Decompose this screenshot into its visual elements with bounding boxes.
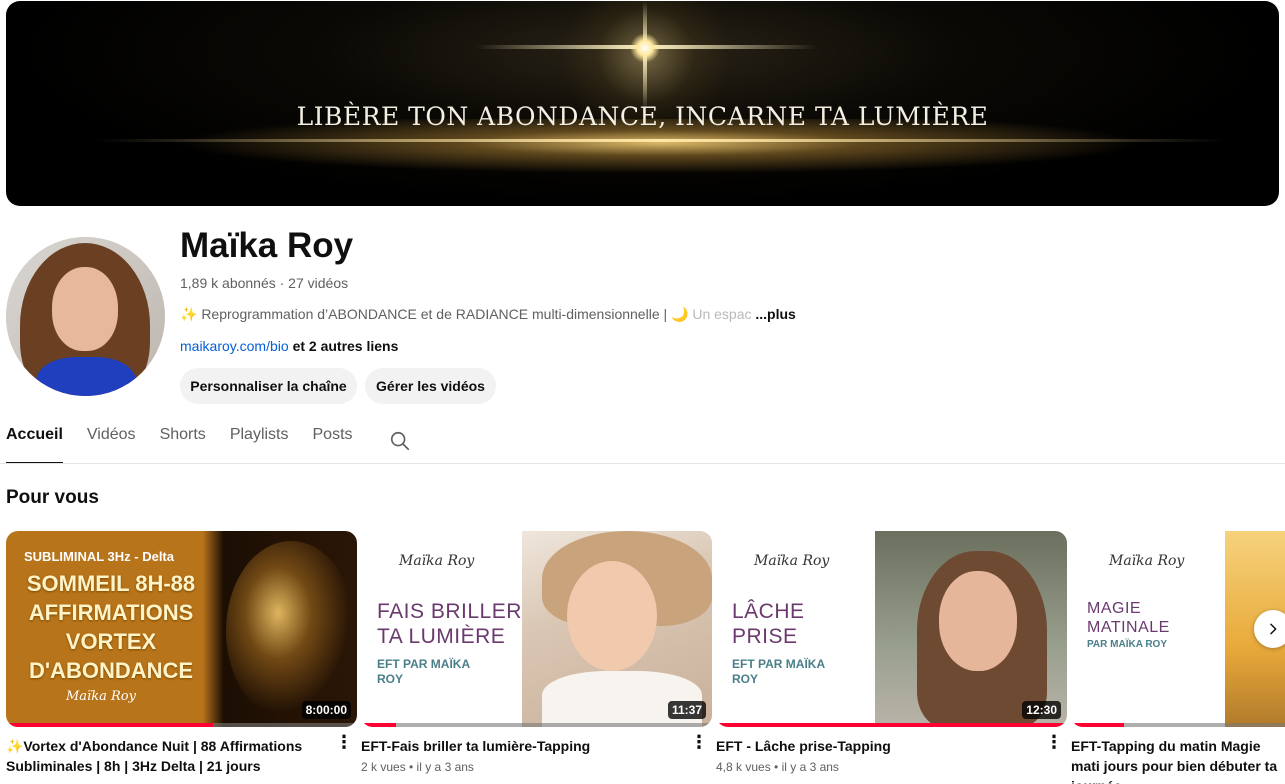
channel-bio-link[interactable]: maikaroy.com/bio: [180, 338, 289, 354]
video-title[interactable]: EFT - Lâche prise-Tapping: [716, 736, 1041, 756]
other-links-button[interactable]: et 2 autres liens: [293, 338, 399, 354]
video-thumbnail[interactable]: Maïka Roy MAGIE MATINALE PAR MAÏKA ROY: [1071, 531, 1285, 727]
section-title: Pour vous: [6, 487, 99, 508]
carousel-next-button[interactable]: [1254, 610, 1285, 648]
watch-progress: [1071, 723, 1285, 727]
duration-badge: 12:30: [1022, 701, 1061, 719]
avatar-face: [52, 267, 118, 351]
more-vert-icon[interactable]: ⋮: [1045, 733, 1063, 751]
thumbnail-photo: [522, 531, 712, 727]
video-thumbnail[interactable]: Maïka Roy LÂCHE PRISE EFT PAR MAÏKA ROY …: [716, 531, 1067, 727]
more-vert-icon[interactable]: ⋮: [690, 733, 708, 751]
tab-posts[interactable]: Posts: [313, 426, 353, 464]
thumbnail-signature: Maïka Roy: [754, 553, 830, 569]
manage-videos-button[interactable]: Gérer les vidéos: [365, 368, 496, 404]
thumbnail-byline: EFT PAR MAÏKA ROY: [377, 657, 470, 686]
video-title[interactable]: ✨Vortex d'Abondance Nuit | 88 Affirmatio…: [6, 736, 331, 776]
description-fade: Un espac: [692, 306, 752, 322]
video-card[interactable]: Maïka Roy MAGIE MATINALE PAR MAÏKA ROY E…: [1071, 531, 1285, 784]
thumbnail-headline: FAIS BRILLER TA LUMIÈRE: [377, 600, 522, 648]
video-meta: 2 k vues • il y a 3 ans: [361, 760, 474, 774]
channel-description[interactable]: ✨ Reprogrammation d’ABONDANCE et de RADI…: [180, 306, 796, 323]
tab-shorts[interactable]: Shorts: [160, 426, 206, 464]
duration-badge: 11:37: [667, 701, 706, 719]
banner-star: [630, 33, 660, 63]
tab-home[interactable]: Accueil: [6, 426, 63, 464]
search-icon[interactable]: [389, 430, 411, 452]
tabs-divider: [0, 463, 1285, 464]
thumbnail-subtitle: SUBLIMINAL 3Hz - Delta: [24, 549, 174, 564]
thumbnail-art: [226, 541, 356, 721]
channel-stats: 1,89 k abonnés · 27 vidéos: [180, 275, 349, 291]
video-thumbnail[interactable]: SUBLIMINAL 3Hz - Delta SOMMEIL 8H-88 AFF…: [6, 531, 357, 727]
video-title[interactable]: EFT-Fais briller ta lumière-Tapping: [361, 736, 686, 756]
watch-progress: [6, 723, 357, 727]
description-more-link[interactable]: ...plus: [755, 306, 795, 322]
thumbnail-headline: LÂCHE PRISE: [732, 600, 805, 648]
description-text: ✨ Reprogrammation d’ABONDANCE et de RADI…: [180, 306, 689, 322]
channel-avatar[interactable]: [6, 237, 165, 396]
video-card[interactable]: Maïka Roy LÂCHE PRISE EFT PAR MAÏKA ROY …: [716, 531, 1067, 774]
video-card[interactable]: SUBLIMINAL 3Hz - Delta SOMMEIL 8H-88 AFF…: [6, 531, 357, 776]
channel-tabs: Accueil Vidéos Shorts Playlists Posts: [6, 426, 377, 464]
watch-progress-fill: [1071, 723, 1124, 727]
tab-videos[interactable]: Vidéos: [87, 426, 136, 464]
chevron-right-icon: [1270, 623, 1277, 635]
customize-channel-button[interactable]: Personnaliser la chaîne: [180, 368, 357, 404]
thumbnail-signature: Maïka Roy: [1109, 553, 1185, 569]
thumbnail-signature: Maïka Roy: [66, 689, 136, 704]
more-vert-icon[interactable]: ⋮: [335, 733, 353, 751]
photo-face: [939, 571, 1017, 671]
banner-sparkle-line: [96, 139, 1226, 142]
photo-face: [567, 561, 657, 671]
avatar-shirt: [36, 357, 136, 396]
video-title[interactable]: EFT-Tapping du matin Magie mati jours po…: [1071, 736, 1285, 784]
thumbnail-byline: PAR MAÏKA ROY: [1087, 639, 1167, 650]
channel-links: maikaroy.com/bio et 2 autres liens: [180, 338, 398, 354]
thumbnail-photo: [875, 531, 1067, 727]
thumbnail-signature: Maïka Roy: [399, 553, 475, 569]
thumbnail-headline: SOMMEIL 8H-88 AFFIRMATIONS VORTEX D'ABON…: [26, 571, 196, 683]
banner-tagline: LIBÈRE TON ABONDANCE, INCARNE TA LUMIÈRE: [296, 102, 989, 131]
tab-playlists[interactable]: Playlists: [230, 426, 289, 464]
watch-progress-fill: [716, 723, 1067, 727]
watch-progress-fill: [361, 723, 397, 727]
thumbnail-byline: EFT PAR MAÏKA ROY: [732, 657, 825, 686]
thumbnail-headline: MAGIE MATINALE: [1087, 600, 1170, 636]
watch-progress: [716, 723, 1067, 727]
watch-progress: [361, 723, 712, 727]
video-card[interactable]: Maïka Roy FAIS BRILLER TA LUMIÈRE EFT PA…: [361, 531, 712, 774]
video-meta: 4,8 k vues • il y a 3 ans: [716, 760, 839, 774]
duration-badge: 8:00:00: [301, 701, 351, 719]
channel-banner: LIBÈRE TON ABONDANCE, INCARNE TA LUMIÈRE: [6, 1, 1279, 206]
channel-name: Maïka Roy: [180, 226, 354, 265]
video-thumbnail[interactable]: Maïka Roy FAIS BRILLER TA LUMIÈRE EFT PA…: [361, 531, 712, 727]
watch-progress-fill: [6, 723, 214, 727]
